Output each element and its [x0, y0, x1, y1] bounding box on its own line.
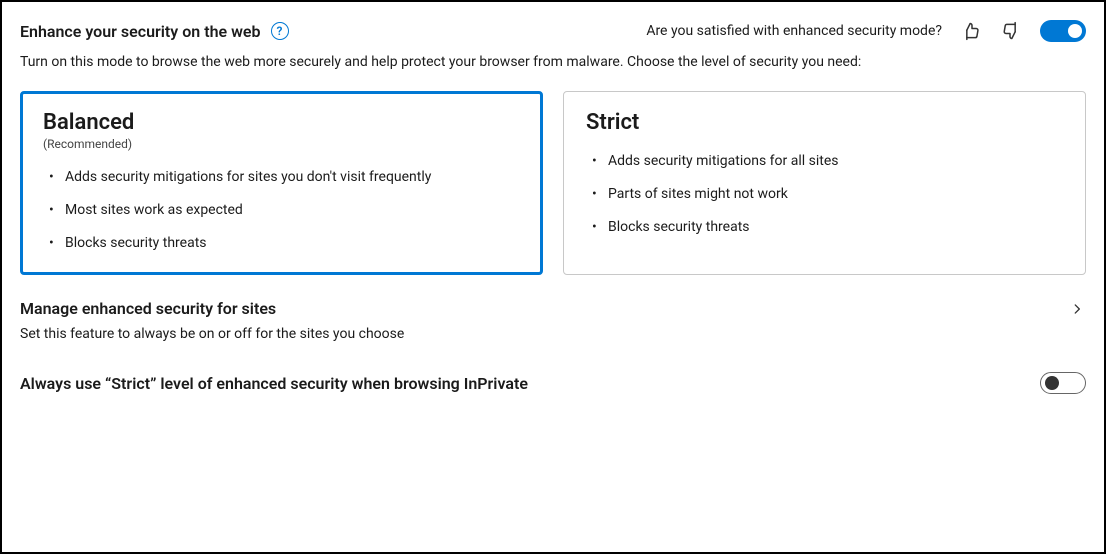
card-title: Balanced [43, 110, 520, 135]
section-description: Turn on this mode to browse the web more… [20, 52, 1086, 73]
always-strict-toggle[interactable] [1040, 372, 1086, 394]
card-subtitle: (Recommended) [43, 137, 520, 151]
card-bullet-list: Adds security mitigations for all sites … [586, 151, 1063, 238]
always-strict-row: Always use “Strict” level of enhanced se… [20, 366, 1086, 394]
manage-sites-row[interactable]: Manage enhanced security for sites [20, 297, 1086, 322]
list-item: Adds security mitigations for all sites [586, 151, 1063, 172]
list-item: Blocks security threats [43, 233, 520, 254]
header-left: Enhance your security on the web ? [20, 22, 289, 41]
card-title: Strict [586, 110, 1063, 135]
strict-card[interactable]: Strict Adds security mitigations for all… [563, 91, 1086, 275]
enhanced-security-toggle[interactable] [1040, 20, 1086, 42]
always-strict-title: Always use “Strict” level of enhanced se… [20, 374, 528, 393]
manage-sites-description: Set this feature to always be on or off … [20, 326, 1086, 342]
balanced-card[interactable]: Balanced (Recommended) Adds security mit… [20, 91, 543, 275]
manage-sites-title: Manage enhanced security for sites [20, 299, 276, 318]
header-row: Enhance your security on the web ? Are y… [20, 20, 1086, 42]
section-title: Enhance your security on the web [20, 22, 261, 41]
toggle-knob [1045, 376, 1059, 390]
list-item: Blocks security threats [586, 217, 1063, 238]
security-level-cards: Balanced (Recommended) Adds security mit… [20, 91, 1086, 275]
feedback-question: Are you satisfied with enhanced security… [646, 23, 942, 39]
toggle-knob [1068, 24, 1082, 38]
card-bullet-list: Adds security mitigations for sites you … [43, 167, 520, 254]
thumbs-down-icon[interactable] [1000, 20, 1022, 42]
help-icon[interactable]: ? [271, 22, 289, 40]
list-item: Parts of sites might not work [586, 184, 1063, 205]
thumbs-up-icon[interactable] [960, 20, 982, 42]
chevron-right-icon [1068, 300, 1086, 318]
list-item: Most sites work as expected [43, 200, 520, 221]
header-right: Are you satisfied with enhanced security… [646, 20, 1086, 42]
security-settings-panel: Enhance your security on the web ? Are y… [0, 0, 1106, 554]
list-item: Adds security mitigations for sites you … [43, 167, 520, 188]
